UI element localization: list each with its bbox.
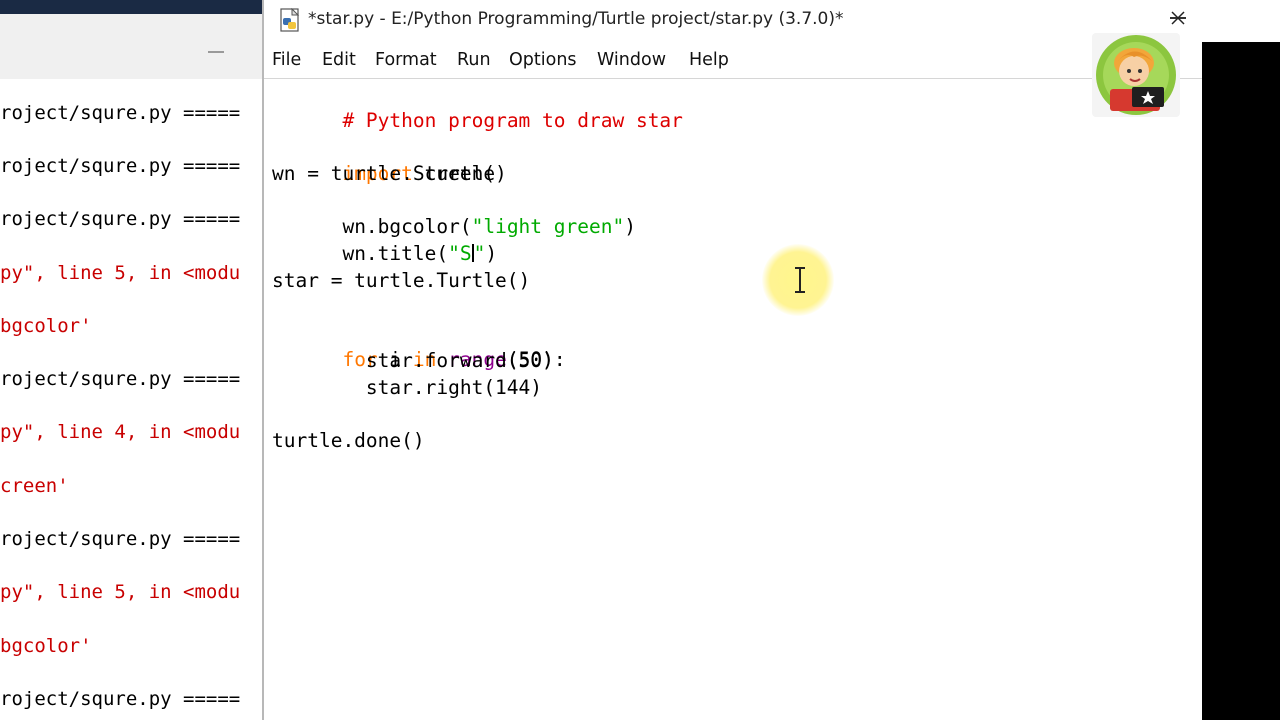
shell-output-line: roject/squre.py =====: [0, 528, 241, 550]
python-shell-window: roject/squre.py ===== roject/squre.py ==…: [0, 0, 262, 720]
menu-file[interactable]: File: [272, 50, 301, 70]
shell-titlebar: [0, 0, 262, 14]
menu-options[interactable]: Options: [509, 50, 577, 70]
menu-run[interactable]: Run: [457, 50, 491, 70]
shell-error-line: py", line 5, in <modu: [0, 262, 241, 284]
bgcolor-close: ): [624, 215, 636, 238]
shell-output-line: roject/squre.py =====: [0, 688, 241, 710]
code-line-star: star = turtle.Turtle(): [272, 269, 531, 292]
editor-window: *star.py - E:/Python Programming/Turtle …: [262, 0, 1202, 720]
menu-format[interactable]: Format: [375, 50, 437, 70]
code-line-done: turtle.done(): [272, 429, 425, 452]
desktop-background-top: [1202, 0, 1280, 42]
shell-error-line: creen': [0, 475, 69, 497]
title-close: ): [485, 242, 498, 265]
code-editor[interactable]: # Python program to draw star import tur…: [272, 80, 1172, 700]
shell-error-line: bgcolor': [0, 635, 92, 657]
shell-minimize-icon[interactable]: [208, 51, 224, 53]
shell-output-line: roject/squre.py =====: [0, 208, 241, 230]
shell-output-line: roject/squre.py =====: [0, 368, 241, 390]
menu-edit[interactable]: Edit: [322, 50, 356, 70]
shell-output-line: roject/squre.py =====: [0, 102, 241, 124]
desktop-background: [1202, 0, 1280, 720]
window-title: *star.py - E:/Python Programming/Turtle …: [308, 9, 844, 29]
title-string-open: "S: [448, 242, 472, 265]
menu-window[interactable]: Window: [597, 50, 666, 70]
menu-bar: File Edit Format Run Options Window Help: [264, 42, 1202, 79]
close-icon[interactable]: [1170, 10, 1186, 26]
code-line-right: star.right(144): [272, 376, 543, 399]
python-file-icon: [280, 8, 300, 32]
editor-titlebar[interactable]: *star.py - E:/Python Programming/Turtle …: [264, 0, 1202, 42]
title-string-close: ": [473, 242, 486, 265]
menu-help[interactable]: Help: [689, 50, 729, 70]
code-line-forward: star.forward(50): [272, 349, 554, 372]
ibeam-cursor-icon: [795, 267, 805, 293]
code-line-screen: wn = turtle.Screen(): [272, 162, 507, 185]
title-call: wn.title(: [342, 242, 449, 265]
comment-text: # Python program to draw star: [342, 109, 683, 132]
shell-error-line: py", line 4, in <modu: [0, 421, 241, 443]
shell-error-line: bgcolor': [0, 315, 92, 337]
shell-header: [0, 14, 262, 79]
shell-output-line: roject/squre.py =====: [0, 155, 241, 177]
shell-error-line: py", line 5, in <modu: [0, 581, 241, 603]
